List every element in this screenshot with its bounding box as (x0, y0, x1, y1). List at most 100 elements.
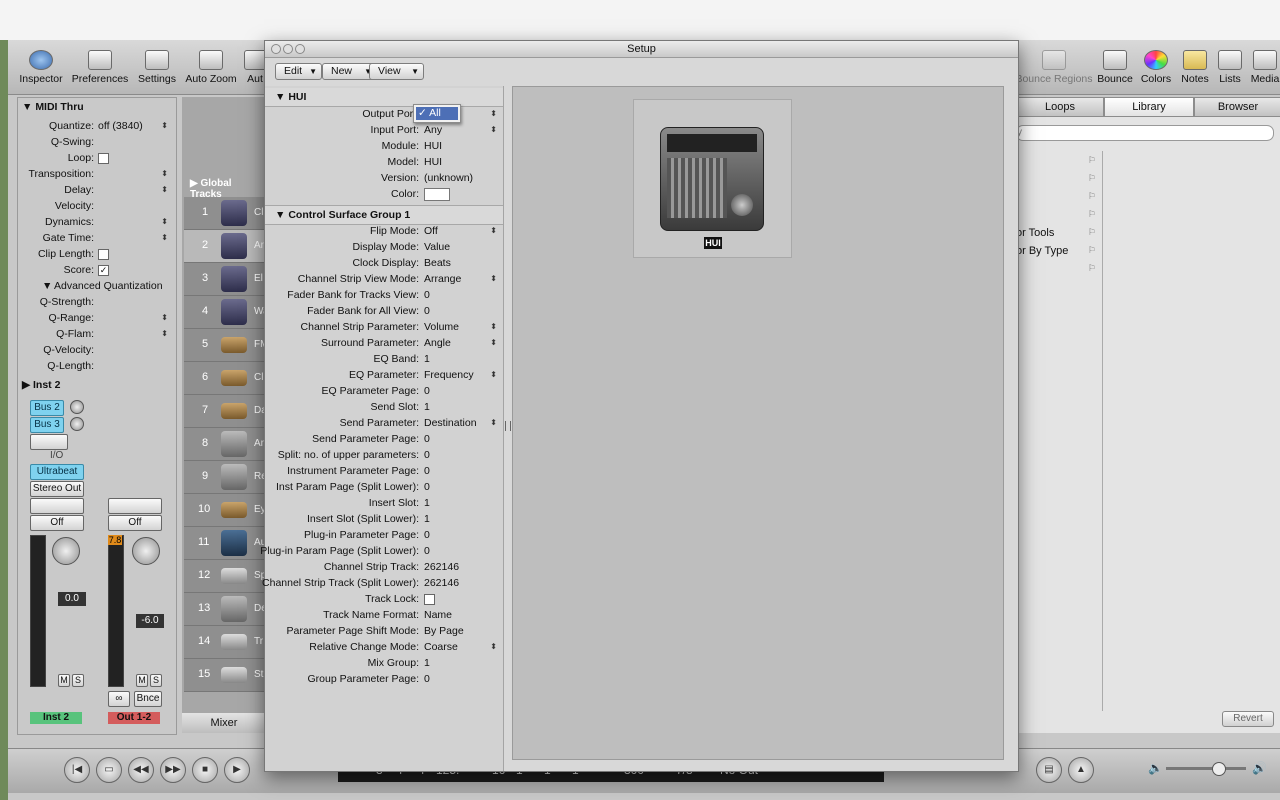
param-value[interactable]: Arrange (424, 271, 461, 287)
param-value[interactable]: 0 (424, 527, 430, 543)
param-value[interactable]: Value (424, 239, 450, 255)
edit-menu[interactable]: Edit ▼ (275, 63, 322, 80)
group-param-row[interactable]: Mix Group: 1 (265, 655, 503, 671)
param-value[interactable]: By Page (424, 623, 464, 639)
param-value[interactable]: 1 (424, 351, 430, 367)
track-row[interactable]: 7 Da (184, 395, 267, 428)
q-length-row[interactable]: Q-Length: (18, 358, 176, 374)
group-param-row[interactable]: Channel Strip Track: 262146 (265, 559, 503, 575)
minimize-window-icon[interactable] (283, 44, 293, 54)
updown-icon[interactable]: ⬍ (161, 214, 168, 230)
param-value[interactable]: 1 (424, 399, 430, 415)
go-to-beginning-icon[interactable]: |◀ (64, 757, 90, 783)
group-param-row[interactable]: Relative Change Mode: Coarse ⬍ (265, 639, 503, 655)
group-param-row[interactable]: Group Parameter Page: 0 (265, 671, 503, 687)
track-row[interactable]: 8 Ar (184, 428, 266, 461)
media-button[interactable]: Media (1250, 50, 1280, 85)
group-param-row[interactable]: Channel Strip Track (Split Lower): 262146 (262, 575, 503, 591)
param-value[interactable]: 1 (424, 495, 430, 511)
updown-icon[interactable]: ⬍ (161, 166, 168, 182)
group-param-row[interactable]: Inst Param Page (Split Lower): 0 (265, 479, 503, 495)
cycle-icon[interactable]: ▭ (96, 757, 122, 783)
param-value[interactable]: 0 (424, 431, 430, 447)
advanced-quantization-header[interactable]: ▼ Advanced Quantization (18, 278, 176, 294)
quantize-value[interactable]: off (3840) (98, 118, 143, 134)
score-row[interactable]: Score: ✓ (18, 262, 176, 278)
empty-send-slot[interactable] (30, 434, 68, 450)
group-param-row[interactable]: Send Parameter Page: 0 (265, 431, 503, 447)
clip-length-checkbox[interactable] (98, 248, 109, 260)
group-param-row[interactable]: Channel Strip View Mode: Arrange ⬍ (265, 271, 503, 287)
metronome-icon[interactable]: ▤ (1036, 757, 1062, 783)
q-range-row[interactable]: Q-Range: ⬍ (18, 310, 176, 326)
link-icon[interactable]: ∞ (108, 691, 130, 707)
view-menu[interactable]: View ▼ (369, 63, 424, 80)
group-param-row[interactable]: Fader Bank for Tracks View: 0 (265, 287, 503, 303)
library-item[interactable]: or Tools (1016, 227, 1054, 239)
track-row[interactable]: 2 Ar (184, 230, 266, 263)
output-port-row[interactable]: Output Port: ⬍ (265, 106, 503, 122)
library-search-input[interactable]: y (1016, 125, 1274, 141)
mute-button[interactable]: M (58, 674, 70, 687)
inspector-button[interactable]: Inspector (18, 50, 64, 85)
param-value[interactable]: 0 (424, 671, 430, 687)
send-bus-2[interactable]: Bus 2 (30, 400, 64, 416)
group-param-row[interactable]: Plug-in Parameter Page: 0 (265, 527, 503, 543)
param-value[interactable]: 0 (424, 447, 430, 463)
output-slot[interactable]: Stereo Out (30, 481, 84, 497)
track-row[interactable]: 12 Sp (184, 560, 266, 593)
clip-length-row[interactable]: Clip Length: (18, 246, 176, 262)
track-row[interactable]: 3 El (184, 263, 266, 296)
device-section-header[interactable]: ▼ HUI (265, 88, 503, 107)
library-item[interactable]: or By Type (1016, 245, 1068, 257)
group-param-row[interactable]: Clock Display: Beats (265, 255, 503, 271)
region-parameters-header[interactable]: ▼ MIDI Thru (22, 101, 84, 113)
q-strength-row[interactable]: Q-Strength: (18, 294, 176, 310)
updown-icon[interactable]: ⬍ (490, 223, 497, 239)
updown-icon[interactable]: ⬍ (161, 118, 168, 134)
updown-icon[interactable]: ⬍ (490, 106, 497, 122)
q-flam-row[interactable]: Q-Flam: ⬍ (18, 326, 176, 342)
preferences-button[interactable]: Preferences (70, 50, 130, 85)
param-value[interactable]: Beats (424, 255, 451, 271)
colors-button[interactable]: Colors (1138, 50, 1174, 85)
group-param-row[interactable]: EQ Parameter Page: 0 (265, 383, 503, 399)
mixer-tab[interactable]: Mixer (182, 713, 266, 733)
group-param-row[interactable]: Fader Bank for All View: 0 (265, 303, 503, 319)
loop-row[interactable]: Loop: (18, 150, 176, 166)
param-value[interactable]: 0 (424, 383, 430, 399)
dynamics-row[interactable]: Dynamics: ⬍ (18, 214, 176, 230)
input-slot[interactable]: Ultrabeat (30, 464, 84, 480)
bounce-regions-button[interactable]: Bounce Regions (1014, 50, 1094, 85)
bounce-button[interactable]: Bounce (1096, 50, 1134, 85)
pan-knob[interactable] (52, 537, 80, 565)
param-value[interactable]: Off (424, 223, 438, 239)
track-row[interactable]: 10 Ey (184, 494, 266, 527)
group-param-row[interactable]: Surround Parameter: Angle ⬍ (265, 335, 503, 351)
automation-mode-right[interactable]: Off (108, 515, 162, 531)
transposition-row[interactable]: Transposition: ⬍ (18, 166, 176, 182)
loop-checkbox[interactable] (98, 152, 109, 164)
volume-readout-left[interactable]: 0.0 (58, 592, 86, 606)
updown-icon[interactable]: ⬍ (490, 122, 497, 138)
window-titlebar[interactable]: Setup (265, 41, 1018, 58)
q-swing-row[interactable]: Q-Swing: (18, 134, 176, 150)
updown-icon[interactable]: ⬍ (490, 415, 497, 431)
param-value[interactable]: 0 (424, 463, 430, 479)
track-row[interactable]: 9 Re (184, 461, 267, 494)
bounce-strip-button[interactable]: Bnce (134, 691, 162, 707)
master-volume-thumb[interactable] (1212, 762, 1226, 776)
pan-knob-right[interactable] (132, 537, 160, 565)
group-param-row[interactable]: Track Lock: (265, 591, 503, 607)
master-volume-slider[interactable] (1166, 767, 1246, 770)
track-row[interactable]: 15 St (184, 659, 266, 692)
track-lock-checkbox[interactable] (424, 594, 435, 605)
zoom-window-icon[interactable] (295, 44, 305, 54)
updown-icon[interactable]: ⬍ (490, 639, 497, 655)
param-value[interactable]: Destination (424, 415, 477, 431)
device-card[interactable]: HUI (633, 99, 792, 258)
group-param-row[interactable]: Send Parameter: Destination ⬍ (265, 415, 503, 431)
play-icon[interactable]: ▶ (224, 757, 250, 783)
track-row[interactable]: 6 Cl (184, 362, 266, 395)
input-port-row[interactable]: Input Port: Any ⬍ (265, 122, 503, 138)
